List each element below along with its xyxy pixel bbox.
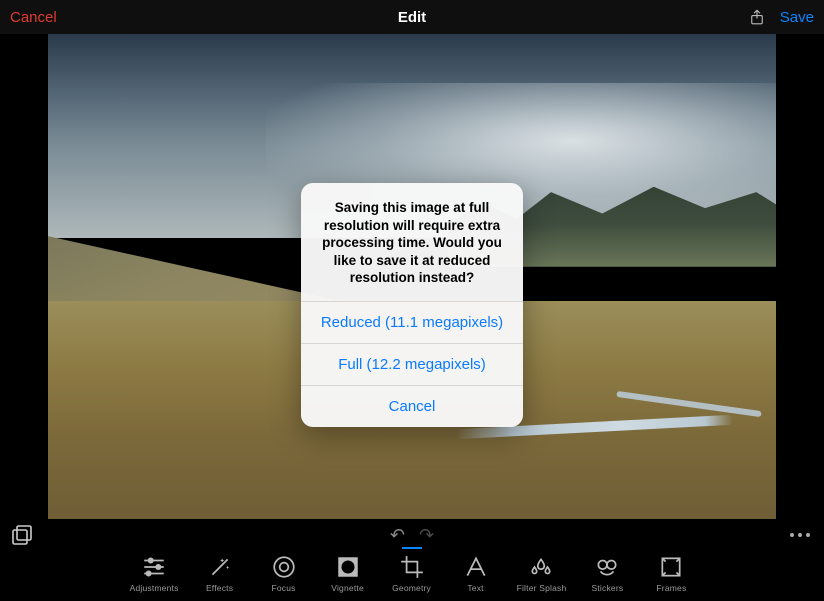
sheet-message: Saving this image at full resolution wil… bbox=[301, 183, 523, 301]
tool-filter-splash[interactable]: Filter Splash bbox=[517, 553, 567, 593]
thumbnails-icon[interactable] bbox=[10, 523, 34, 547]
tool-frames[interactable]: Frames bbox=[648, 553, 694, 593]
nav-left: Cancel bbox=[10, 9, 57, 26]
tool-stickers[interactable]: Stickers bbox=[584, 553, 630, 593]
page-title: Edit bbox=[398, 9, 426, 26]
vignette-icon bbox=[334, 553, 362, 581]
redo-icon[interactable]: ↷ bbox=[419, 525, 434, 546]
more-icon[interactable] bbox=[790, 533, 810, 537]
save-resolution-sheet: Saving this image at full resolution wil… bbox=[301, 183, 523, 427]
tool-label: Focus bbox=[271, 583, 295, 593]
tool-effects[interactable]: Effects bbox=[197, 553, 243, 593]
stickers-icon bbox=[593, 553, 621, 581]
tool-label: Adjustments bbox=[130, 583, 179, 593]
save-full-button[interactable]: Full (12.2 megapixels) bbox=[301, 343, 523, 385]
text-icon bbox=[462, 553, 490, 581]
navbar: Cancel Edit Save bbox=[0, 0, 824, 34]
undo-icon[interactable]: ↶ bbox=[390, 525, 405, 546]
tool-focus[interactable]: Focus bbox=[261, 553, 307, 593]
frames-icon bbox=[657, 553, 685, 581]
toolbar: Adjustments Effects Focus Vignette bbox=[0, 551, 824, 601]
tool-label: Vignette bbox=[331, 583, 364, 593]
tool-label: Stickers bbox=[591, 583, 623, 593]
tool-label: Text bbox=[467, 583, 483, 593]
crop-icon bbox=[398, 553, 426, 581]
cancel-button[interactable]: Cancel bbox=[10, 9, 57, 26]
save-reduced-button[interactable]: Reduced (11.1 megapixels) bbox=[301, 301, 523, 343]
tool-label: Filter Splash bbox=[517, 583, 567, 593]
tool-geometry[interactable]: Geometry bbox=[389, 553, 435, 593]
tool-adjustments[interactable]: Adjustments bbox=[130, 553, 179, 593]
tool-label: Effects bbox=[206, 583, 233, 593]
magic-wand-icon bbox=[206, 553, 234, 581]
focus-icon bbox=[270, 553, 298, 581]
share-icon[interactable] bbox=[748, 6, 766, 28]
tool-label: Frames bbox=[656, 583, 686, 593]
sliders-icon bbox=[140, 553, 168, 581]
undo-redo-group: ↶ ↷ bbox=[390, 525, 434, 546]
nav-right: Save bbox=[748, 6, 814, 28]
sheet-cancel-button[interactable]: Cancel bbox=[301, 385, 523, 427]
save-button[interactable]: Save bbox=[780, 9, 814, 26]
tool-text[interactable]: Text bbox=[453, 553, 499, 593]
tool-label: Geometry bbox=[392, 583, 431, 593]
tool-vignette[interactable]: Vignette bbox=[325, 553, 371, 593]
splash-icon bbox=[527, 553, 555, 581]
